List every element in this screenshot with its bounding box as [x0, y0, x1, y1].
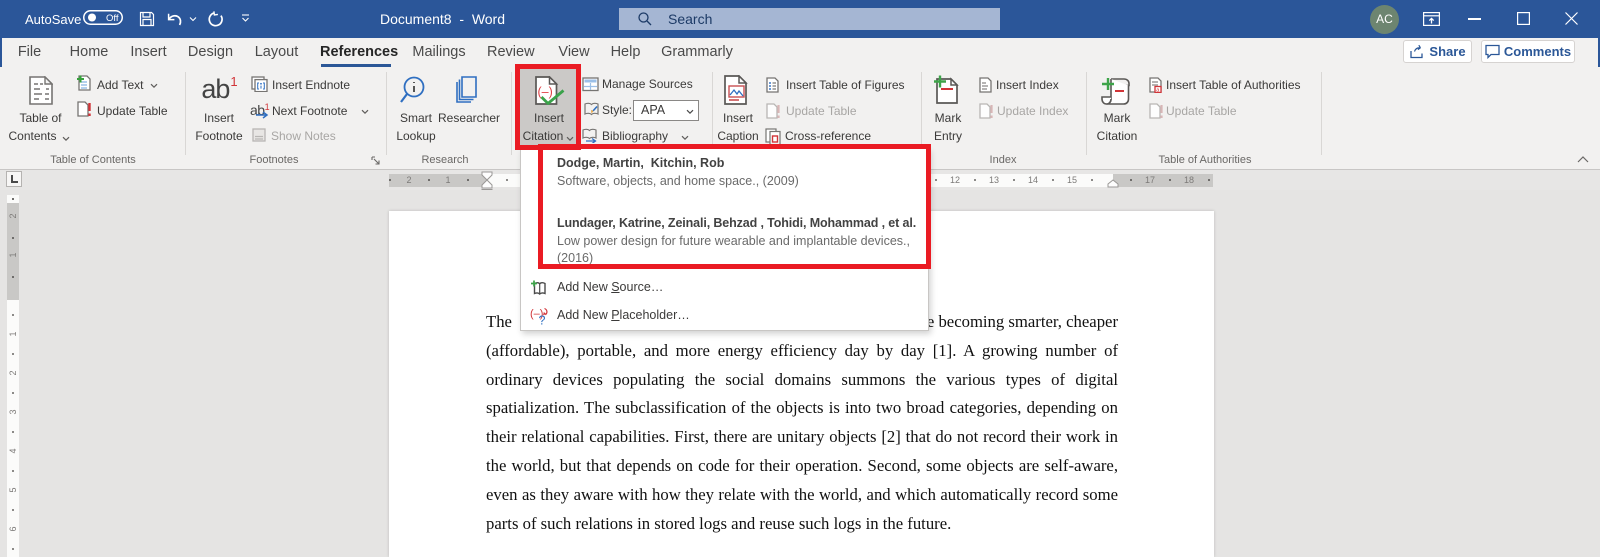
svg-text:Off: Off — [106, 13, 119, 24]
svg-text:?: ? — [539, 314, 546, 327]
